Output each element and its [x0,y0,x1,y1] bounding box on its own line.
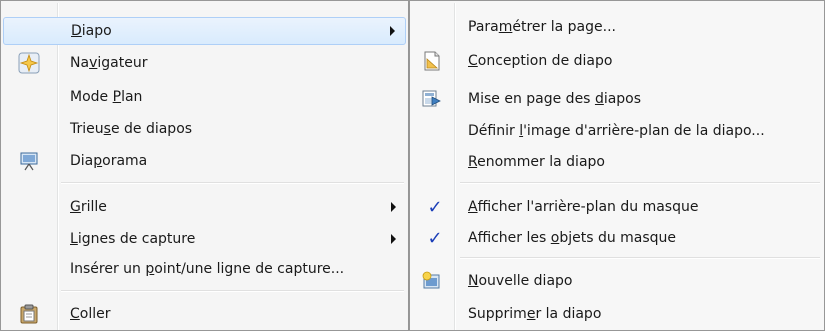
menu-item-navigateur[interactable]: Navigateur [3,49,406,77]
paste-icon [17,302,41,326]
diapo-submenu: Paramétrer la page... Conception de diap… [409,0,825,331]
context-menu: Diapo Navigateur Mode Plan Trieuse de di… [0,0,409,331]
submenu-item-afficher-objets[interactable]: ✓ Afficher les objets du masque [412,224,822,252]
menu-item-label: Afficher l'arrière-plan du masque [468,199,699,215]
submenu-item-afficher-arriere-plan[interactable]: ✓ Afficher l'arrière-plan du masque [412,193,822,221]
submenu-item-conception-diapo[interactable]: Conception de diapo [412,47,822,75]
menu-item-label: Afficher les objets du masque [468,230,677,246]
menu-item-label: Mise en page des diapos [468,91,642,107]
submenu-item-nouvelle-diapo[interactable]: Nouvelle diapo [412,267,822,295]
menu-item-label: Diaporama [70,153,148,169]
menu-item-inserer-point[interactable]: Insérer un point/une ligne de capture... [3,255,406,283]
menu-item-label: Conception de diapo [468,53,613,69]
menu-item-label: Nouvelle diapo [468,273,573,289]
menu-item-label: Grille [70,199,107,215]
menu-separator [460,257,820,259]
slide-design-icon [420,49,444,73]
menu-item-label: Trieuse de diapos [70,121,193,137]
menu-separator [460,182,820,184]
menu-item-lignes-de-capture[interactable]: Lignes de capture [3,225,406,253]
menu-item-mode-plan[interactable]: Mode Plan [3,83,406,111]
menu-item-label: Diapo [71,23,112,39]
submenu-item-mise-en-page[interactable]: Mise en page des diapos [412,85,822,113]
new-slide-icon [420,269,444,293]
submenu-arrow-icon [391,234,396,244]
submenu-item-definir-image[interactable]: Définir l'image d'arrière-plan de la dia… [412,117,822,145]
menu-item-label: Paramétrer la page... [468,19,616,35]
submenu-arrow-icon [391,202,396,212]
submenu-arrow-icon [390,26,395,36]
check-icon: ✓ [427,227,443,249]
check-icon: ✓ [427,196,443,218]
menu-item-label: Mode Plan [70,89,143,105]
slideshow-icon [17,149,41,173]
submenu-item-supprimer-diapo[interactable]: Supprimer la diapo [412,300,822,328]
menu-item-grille[interactable]: Grille [3,193,406,221]
menu-item-label: Définir l'image d'arrière-plan de la dia… [468,123,765,139]
menu-separator [61,182,404,184]
submenu-item-renommer-diapo[interactable]: Renommer la diapo [412,148,822,176]
menu-item-label: Supprimer la diapo [468,306,602,322]
slide-layout-icon [420,87,444,111]
menu-item-diaporama[interactable]: Diaporama [3,147,406,175]
menu-item-label: Renommer la diapo [468,154,605,170]
menu-item-trieuse[interactable]: Trieuse de diapos [3,115,406,143]
submenu-item-parametrer-page[interactable]: Paramétrer la page... [412,13,822,41]
menu-item-label: Navigateur [70,55,148,71]
menu-separator [61,290,404,292]
menu-item-label: Insérer un point/une ligne de capture... [70,261,345,277]
menu-item-label: Lignes de capture [70,231,196,247]
navigator-icon [17,51,41,75]
menu-item-coller[interactable]: Coller [3,300,406,328]
menu-item-label: Coller [70,306,111,322]
menu-item-diapo[interactable]: Diapo [3,17,406,45]
